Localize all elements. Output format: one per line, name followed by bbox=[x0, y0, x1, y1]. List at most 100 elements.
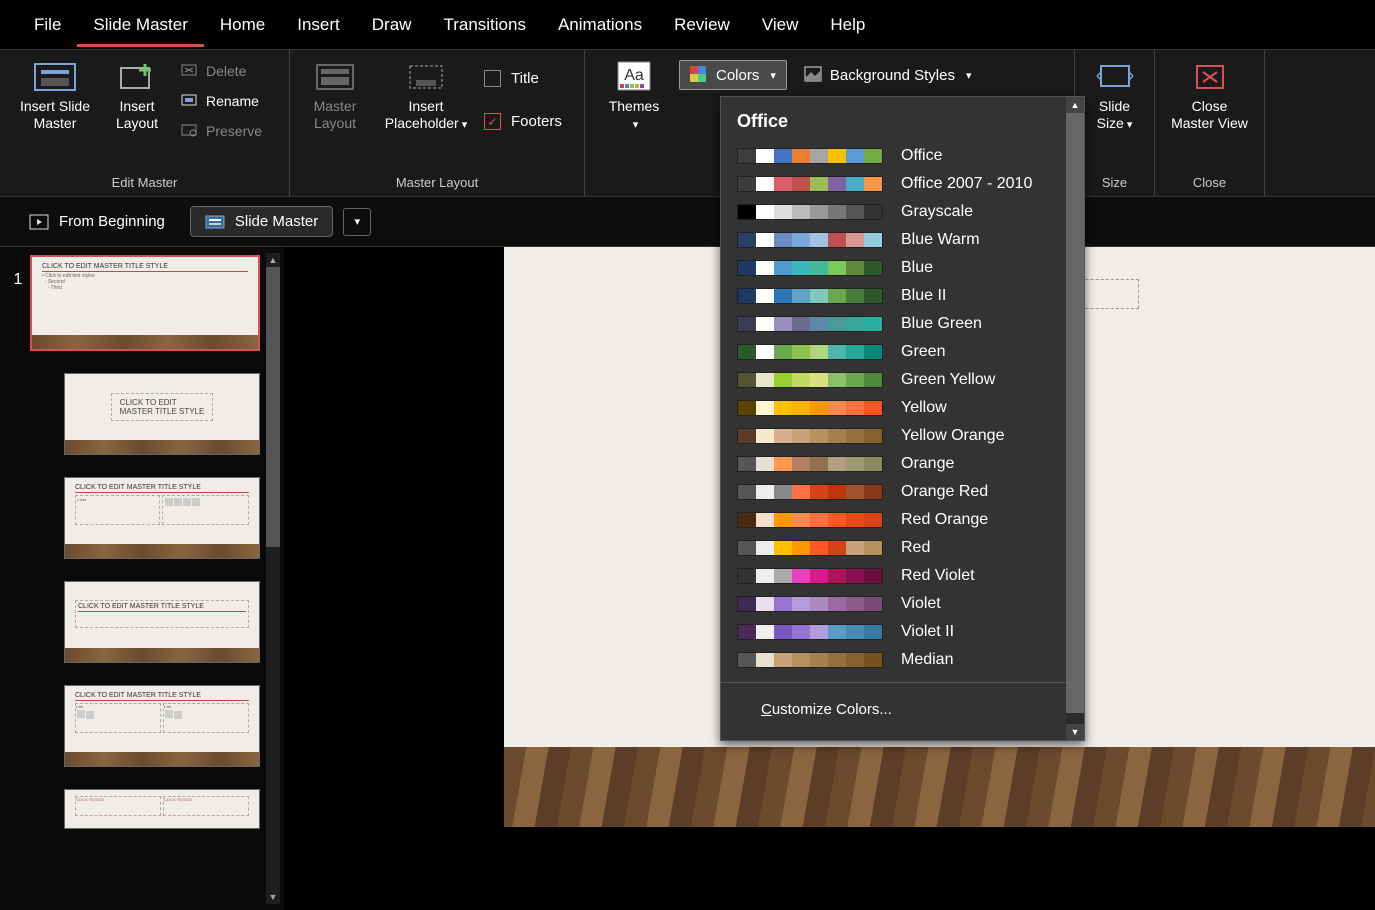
rename-label: Rename bbox=[206, 93, 259, 109]
themes-icon: Aa bbox=[609, 60, 659, 94]
color-scheme-grayscale[interactable]: Grayscale bbox=[721, 198, 1066, 226]
layout-thumbnail[interactable]: CLICK TO EDIT MASTER TITLE STYLE• text bbox=[64, 477, 260, 559]
chevron-down-icon: ▾ bbox=[770, 69, 776, 82]
footers-checkbox-label: Footers bbox=[511, 113, 562, 130]
color-swatch bbox=[737, 204, 883, 220]
menu-review[interactable]: Review bbox=[658, 3, 746, 47]
layout-thumbnail[interactable]: CLICK TO EDIT MASTER TITLE STYLE bbox=[64, 581, 260, 663]
menu-help[interactable]: Help bbox=[814, 3, 881, 47]
slide-master-mode-button[interactable]: Slide Master bbox=[190, 206, 333, 237]
rename-button[interactable]: Rename bbox=[174, 89, 268, 113]
color-scheme-label: Orange bbox=[901, 455, 954, 473]
chevron-down-icon: ▾ bbox=[633, 119, 639, 131]
color-scheme-yellow-orange[interactable]: Yellow Orange bbox=[721, 422, 1066, 450]
colors-label: Colors bbox=[716, 67, 759, 84]
menu-view[interactable]: View bbox=[746, 3, 815, 47]
scroll-up-arrow[interactable]: ▲ bbox=[267, 253, 280, 267]
close-master-label: Close Master View bbox=[1171, 98, 1248, 132]
preserve-button[interactable]: Preserve bbox=[174, 119, 268, 143]
color-swatch bbox=[737, 400, 883, 416]
slide-size-button[interactable]: Slide Size▾ bbox=[1085, 56, 1144, 136]
layout-thumbnail[interactable]: CLICK TO EDIT MASTER TITLE STYLE bbox=[64, 373, 260, 455]
layout-thumbnail[interactable]: CLICK TO EDITCLICK TO EDIT bbox=[64, 789, 260, 829]
menu-transitions[interactable]: Transitions bbox=[427, 3, 542, 47]
color-swatch bbox=[737, 260, 883, 276]
delete-label: Delete bbox=[206, 63, 246, 79]
slide-master-mode-label: Slide Master bbox=[235, 213, 318, 230]
scrollbar-handle[interactable] bbox=[266, 267, 280, 547]
close-master-view-button[interactable]: Close Master View bbox=[1165, 56, 1254, 136]
color-scheme-office[interactable]: Office bbox=[721, 142, 1066, 170]
menu-slide-master[interactable]: Slide Master bbox=[77, 3, 203, 47]
slide-background-wood bbox=[504, 747, 1375, 827]
scroll-up-arrow[interactable]: ▲ bbox=[1066, 97, 1084, 113]
thumbnails-scrollbar[interactable]: ▲ ▼ bbox=[266, 253, 280, 904]
color-scheme-label: Green bbox=[901, 343, 945, 361]
color-scheme-blue-ii[interactable]: Blue II bbox=[721, 282, 1066, 310]
title-checkbox[interactable]: Title bbox=[482, 66, 564, 91]
color-scheme-red-orange[interactable]: Red Orange bbox=[721, 506, 1066, 534]
color-swatch bbox=[737, 148, 883, 164]
from-beginning-button[interactable]: From Beginning bbox=[14, 206, 180, 237]
slide-master-icon bbox=[30, 60, 80, 94]
color-scheme-orange[interactable]: Orange bbox=[721, 450, 1066, 478]
slide-master-thumbnail[interactable]: CLICK TO EDIT MASTER TITLE STYLE• Click … bbox=[30, 255, 260, 351]
master-layout-icon bbox=[310, 60, 360, 94]
color-scheme-red-violet[interactable]: Red Violet bbox=[721, 562, 1066, 590]
menu-home[interactable]: Home bbox=[204, 3, 281, 47]
slide-size-icon bbox=[1090, 60, 1140, 94]
color-scheme-green-yellow[interactable]: Green Yellow bbox=[721, 366, 1066, 394]
menu-file[interactable]: File bbox=[18, 3, 77, 47]
background-styles-button[interactable]: Background Styles ▾ bbox=[793, 60, 983, 90]
color-scheme-yellow[interactable]: Yellow bbox=[721, 394, 1066, 422]
colors-dropdown-button[interactable]: Colors ▾ bbox=[679, 60, 787, 90]
close-group-label: Close bbox=[1165, 175, 1254, 196]
scroll-down-arrow[interactable]: ▼ bbox=[267, 890, 280, 904]
insert-layout-label: Insert Layout bbox=[116, 98, 158, 132]
delete-icon bbox=[180, 62, 198, 80]
chevron-down-icon: ▾ bbox=[355, 215, 361, 228]
insert-placeholder-button[interactable]: Insert Placeholder▾ bbox=[376, 56, 476, 136]
master-number: 1 bbox=[6, 255, 30, 902]
color-scheme-green[interactable]: Green bbox=[721, 338, 1066, 366]
color-scheme-label: Orange Red bbox=[901, 483, 988, 501]
color-swatch bbox=[737, 652, 883, 668]
color-scheme-blue-green[interactable]: Blue Green bbox=[721, 310, 1066, 338]
themes-button[interactable]: Aa Themes▾ bbox=[595, 56, 673, 136]
scroll-down-arrow[interactable]: ▼ bbox=[1066, 724, 1084, 740]
color-scheme-blue[interactable]: Blue bbox=[721, 254, 1066, 282]
quick-access-dropdown[interactable]: ▾ bbox=[343, 208, 371, 236]
color-scheme-label: Blue bbox=[901, 259, 933, 277]
menu-draw[interactable]: Draw bbox=[356, 3, 428, 47]
background-icon bbox=[804, 66, 822, 84]
menu-animations[interactable]: Animations bbox=[542, 3, 658, 47]
color-scheme-label: Grayscale bbox=[901, 203, 973, 221]
color-scheme-label: Violet II bbox=[901, 623, 954, 641]
color-swatch bbox=[737, 176, 883, 192]
insert-slide-master-button[interactable]: Insert Slide Master bbox=[10, 56, 100, 136]
customize-colors-button[interactable]: Customize Colors... bbox=[721, 691, 1066, 728]
menu-insert[interactable]: Insert bbox=[281, 3, 356, 47]
color-scheme-red[interactable]: Red bbox=[721, 534, 1066, 562]
color-scheme-median[interactable]: Median bbox=[721, 646, 1066, 674]
scrollbar-handle[interactable] bbox=[1066, 113, 1084, 713]
footers-checkbox[interactable]: ✓ Footers bbox=[482, 109, 564, 134]
popup-scrollbar[interactable]: ▲ ▼ bbox=[1066, 97, 1084, 740]
colors-popup-header: Office bbox=[721, 105, 1066, 142]
color-scheme-violet-ii[interactable]: Violet II bbox=[721, 618, 1066, 646]
slide-size-label: Slide Size▾ bbox=[1097, 98, 1133, 132]
layout-thumbnail[interactable]: CLICK TO EDIT MASTER TITLE STYLE• txt• t… bbox=[64, 685, 260, 767]
color-scheme-label: Green Yellow bbox=[901, 371, 995, 389]
color-scheme-blue-warm[interactable]: Blue Warm bbox=[721, 226, 1066, 254]
color-scheme-label: Office bbox=[901, 147, 943, 165]
themes-label: Themes▾ bbox=[609, 98, 660, 132]
insert-layout-button[interactable]: Insert Layout bbox=[106, 56, 168, 136]
color-scheme-orange-red[interactable]: Orange Red bbox=[721, 478, 1066, 506]
from-beginning-label: From Beginning bbox=[59, 213, 165, 230]
delete-button[interactable]: Delete bbox=[174, 59, 268, 83]
color-scheme-violet[interactable]: Violet bbox=[721, 590, 1066, 618]
color-scheme-office-2007-2010[interactable]: Office 2007 - 2010 bbox=[721, 170, 1066, 198]
thumbnails-panel: 1 CLICK TO EDIT MASTER TITLE STYLE• Clic… bbox=[0, 247, 284, 910]
chevron-down-icon: ▾ bbox=[1127, 119, 1133, 131]
color-scheme-label: Red Violet bbox=[901, 567, 975, 585]
